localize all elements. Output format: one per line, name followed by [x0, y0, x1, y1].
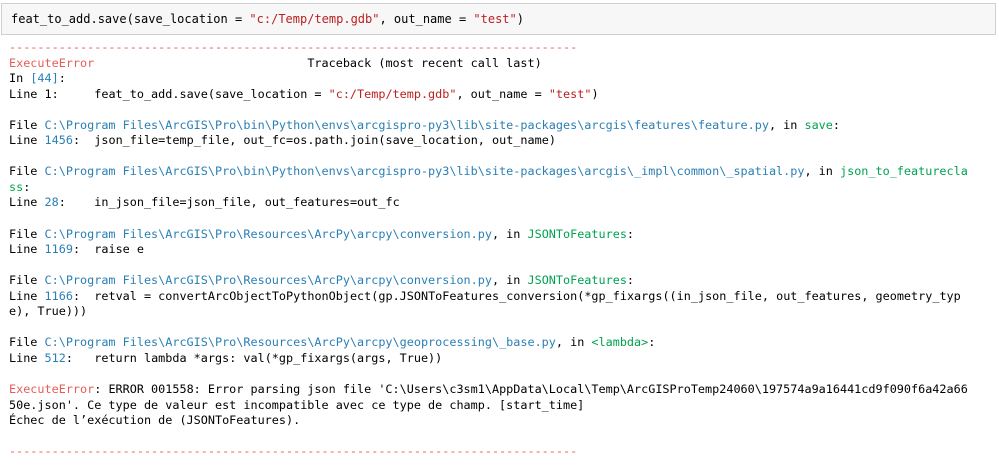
frame-line-label: Line: [9, 350, 45, 365]
frame-line-colon: :: [65, 350, 73, 365]
code-text: , out_name =: [456, 86, 549, 101]
code-input-cell[interactable]: feat_to_add.save(save_location = "c:/Tem…: [1, 3, 996, 35]
file-path-link[interactable]: C:\Program Files\ArcGIS\Pro\Resources\Ar…: [45, 335, 556, 349]
code-text: ): [591, 86, 599, 101]
string-literal: "test": [473, 12, 517, 26]
file-path-link[interactable]: C:\Program Files\ArcGIS\Pro\Resources\Ar…: [45, 273, 492, 287]
function-name: JSONToFeatures: [527, 273, 627, 288]
in-colon: :: [58, 71, 66, 86]
function-name: save: [804, 117, 833, 132]
frame-code: json_file=temp_file, out_fc=os.path.join…: [94, 133, 556, 148]
frame-in-text: , in: [491, 273, 528, 288]
traceback-rule: ----------------------------------------…: [9, 40, 578, 54]
frame-in-text: , in: [491, 226, 528, 241]
frame-file-label: File: [9, 273, 45, 288]
cell-reference: [44]: [30, 71, 59, 86]
function-name: json_to_featurecla: [839, 164, 968, 179]
frame-in-text: , in: [768, 117, 805, 132]
file-path-link[interactable]: C:\Program Files\ArcGIS\Pro\bin\Python\e…: [45, 164, 805, 178]
frame-line-colon: :: [58, 195, 66, 210]
frame-tail: :: [832, 117, 840, 132]
line-number: 28: [44, 195, 59, 210]
in-label: In: [9, 71, 31, 86]
function-name: <lambda>: [591, 335, 649, 350]
file-path-link[interactable]: C:\Program Files\ArcGIS\Pro\Resources\Ar…: [45, 227, 492, 241]
error-message: Échec de l’exécution de (JSONToFeatures)…: [9, 413, 301, 428]
frame-code: return lambda *args: val(*gp_fixargs(arg…: [94, 350, 443, 365]
frame-tail: :: [626, 273, 635, 288]
code-text: feat_to_add.save(save_location =: [94, 86, 329, 101]
error-message: : ERROR 001558: Error parsing json file …: [94, 382, 968, 397]
error-message: 50e.json'. Ce type de valeur est incompa…: [9, 397, 585, 412]
frame-tail: :: [648, 335, 656, 350]
frame-line-label: Line: [9, 242, 45, 257]
line-number: 1166: [44, 288, 73, 303]
string-literal: "c:/Temp/temp.gdb": [328, 86, 457, 101]
traceback-output: ----------------------------------------…: [9, 40, 994, 460]
line-number: 512: [44, 350, 66, 365]
line-number: 1456: [44, 133, 73, 148]
frame-tail: :: [23, 179, 31, 194]
frame-file-label: File: [9, 117, 45, 132]
frame-line-label: Line: [9, 288, 45, 303]
string-literal: "test": [548, 86, 592, 101]
frame-code: retval = convertArcObjectToPythonObject(…: [94, 288, 961, 303]
frame-file-label: File: [9, 164, 45, 179]
line-label: Line 1:: [9, 86, 59, 101]
frame-line-label: Line: [9, 133, 45, 148]
frame-file-label: File: [9, 226, 45, 241]
string-literal: "c:/Temp/temp.gdb": [249, 12, 380, 26]
frame-code: in_json_file=json_file, out_features=out…: [94, 195, 400, 210]
traceback-header: Traceback (most recent call last): [307, 55, 542, 70]
frame-line-colon: :: [72, 133, 81, 148]
code-text: ): [516, 12, 524, 26]
traceback-rule: ----------------------------------------…: [9, 444, 578, 459]
error-type: ExecuteError: [9, 55, 95, 70]
frame-code: raise e: [94, 242, 144, 257]
frame-tail: :: [626, 226, 635, 241]
final-error-type: ExecuteError: [9, 382, 95, 397]
frame-line-colon: :: [72, 288, 81, 303]
code-text: feat_to_add.save(save_location =: [11, 12, 250, 26]
function-name: JSONToFeatures: [527, 226, 627, 241]
frame-in-text: , in: [555, 335, 592, 350]
code-input-text[interactable]: feat_to_add.save(save_location = "c:/Tem…: [11, 11, 524, 27]
file-path-link[interactable]: C:\Program Files\ArcGIS\Pro\bin\Python\e…: [45, 118, 769, 132]
frame-code-continued: e), True))): [9, 304, 88, 319]
function-name-continued: ss: [9, 179, 24, 194]
frame-line-colon: :: [72, 242, 81, 257]
frame-line-label: Line: [9, 195, 45, 210]
frame-in-text: , in: [804, 164, 840, 179]
line-number: 1169: [44, 242, 73, 257]
code-text: , out_name =: [379, 12, 474, 26]
frame-file-label: File: [9, 335, 45, 350]
